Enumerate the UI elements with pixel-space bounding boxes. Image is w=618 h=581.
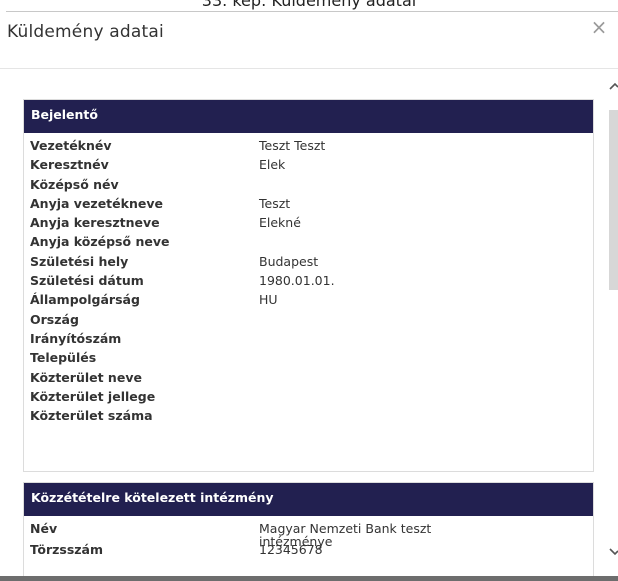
- field-value: 12345678: [259, 542, 323, 557]
- detail-row: Anyja vezetékneve Teszt: [24, 194, 593, 213]
- detail-row: Állampolgárság HU: [24, 290, 593, 309]
- detail-row: Anyja keresztneve Elekné: [24, 213, 593, 232]
- chevron-down-icon[interactable]: [609, 544, 618, 558]
- detail-row: Vezetéknév Teszt Teszt: [24, 136, 593, 155]
- field-label: Település: [30, 350, 97, 366]
- detail-row: Születési dátum 1980.01.01.: [24, 271, 593, 290]
- field-label: Törzsszám: [30, 542, 103, 557]
- field-value: Budapest: [259, 253, 319, 269]
- institution-panel: Közzétételre kötelezett intézmény Név Ma…: [23, 482, 594, 581]
- close-icon[interactable]: ×: [590, 16, 608, 38]
- detail-row: Középső név: [24, 175, 593, 194]
- field-label: Születési hely: [30, 253, 129, 269]
- field-label: Vezetéknév: [30, 138, 112, 153]
- institution-rows: Név Magyar Nemzeti Bank teszt intézménye…: [24, 516, 593, 559]
- field-value: Elekné: [259, 215, 301, 231]
- field-label: Közterület neve: [30, 369, 142, 385]
- reporter-panel: Bejelentő Vezetéknév Teszt Teszt Kereszt…: [23, 99, 594, 472]
- detail-row: Közterület neve: [24, 368, 593, 387]
- field-label: Anyja vezetékneve: [30, 195, 163, 211]
- field-label: Születési dátum: [30, 273, 144, 289]
- modal-title: Küldemény adatai: [7, 22, 164, 42]
- field-value: Teszt: [259, 195, 291, 211]
- field-label: Középső név: [30, 176, 119, 192]
- field-label: Irányítószám: [30, 330, 122, 346]
- field-label: Anyja középső neve: [30, 234, 170, 250]
- field-label: Keresztnév: [30, 157, 109, 173]
- detail-row: Születési hely Budapest: [24, 252, 593, 271]
- detail-row: Keresztnév Elek: [24, 155, 593, 174]
- detail-row: Irányítószám: [24, 329, 593, 348]
- reporter-rows: Vezetéknév Teszt Teszt Keresztnév Elek K…: [24, 133, 593, 425]
- institution-panel-heading: Közzétételre kötelezett intézmény: [24, 483, 593, 516]
- detail-row: Anyja középső neve: [24, 232, 593, 251]
- modal-body[interactable]: Bejelentő Vezetéknév Teszt Teszt Kereszt…: [0, 70, 618, 581]
- figure-caption: 33. kép: Küldemény adatai: [201, 0, 417, 10]
- field-label: Állampolgárság: [30, 292, 140, 308]
- field-value: HU: [259, 292, 278, 308]
- field-label: Név: [30, 521, 58, 536]
- field-label: Ország: [30, 311, 79, 327]
- reporter-panel-heading: Bejelentő: [24, 100, 593, 133]
- field-label: Közterület száma: [30, 408, 153, 424]
- bottom-edge: [0, 576, 618, 581]
- chevron-up-icon[interactable]: [609, 80, 618, 94]
- field-label: Anyja keresztneve: [30, 215, 160, 231]
- scrollbar-thumb[interactable]: [609, 110, 618, 290]
- field-value: Teszt Teszt: [259, 138, 326, 153]
- detail-row: Település: [24, 348, 593, 367]
- field-value: Elek: [259, 157, 286, 173]
- detail-row: Törzsszám 12345678: [24, 540, 593, 559]
- detail-row: Közterület jellege: [24, 387, 593, 406]
- detail-row: Közterület száma: [24, 406, 593, 425]
- field-value: 1980.01.01.: [259, 273, 335, 289]
- detail-row: Ország: [24, 310, 593, 329]
- field-label: Közterület jellege: [30, 388, 156, 404]
